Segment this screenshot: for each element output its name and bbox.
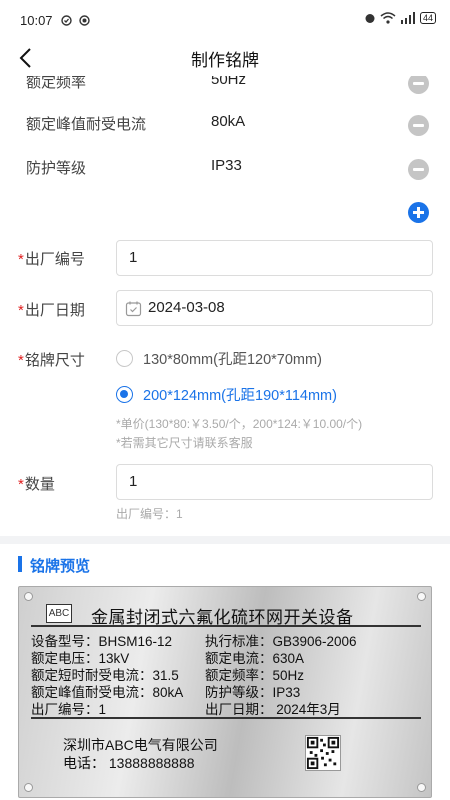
nameplate-preview: ABC 金属封闭式六氟化硫环网开关设备 设备型号：BHSM16-12 额定电压：… <box>18 586 432 798</box>
battery-icon: 44 <box>419 12 436 24</box>
calendar-icon <box>125 301 142 317</box>
spec-value: 50Hz <box>211 76 247 88</box>
quantity-input[interactable]: 1 <box>116 464 433 500</box>
size-note: *若需其它尺寸请联系客服 <box>116 436 253 450</box>
add-spec-button[interactable] <box>408 202 429 223</box>
preview-section: 铭牌预览 ABC 金属封闭式六氟化硫环网开关设备 设备型号：BHSM16-12 … <box>0 544 450 800</box>
form-card: 额定频率 50Hz 额定峰值耐受电流 80kA 防护等级 IP33 *出厂编号 … <box>0 76 450 536</box>
serial-input[interactable]: 1 <box>116 240 433 276</box>
spec-label: 防护等级 <box>26 160 87 177</box>
required-mark: * <box>18 352 24 369</box>
price-note: *单价(130*80:￥3.50/个，200*124:￥10.00/个) <box>116 417 363 431</box>
remove-spec-button[interactable] <box>408 159 429 180</box>
serial-label: *出厂编号 <box>18 248 85 269</box>
preview-title: 铭牌预览 <box>30 558 91 575</box>
spec-row-peak-current: 额定峰值耐受电流 80kA <box>0 108 450 138</box>
date-value: 2024-03-08 <box>148 299 225 316</box>
spec-label: 额定频率 <box>26 76 87 91</box>
plate-phone: 电话： 13888888888 <box>63 755 195 771</box>
wifi-icon <box>380 12 396 24</box>
plate-hole <box>417 592 426 601</box>
qty-label-text: 数量 <box>24 476 55 493</box>
size-option-200x124[interactable]: 200*124mm(孔距190*114mm) <box>116 381 337 407</box>
signal-icon <box>400 12 415 24</box>
status-time: 10:07 <box>20 13 53 28</box>
notification-icon <box>61 15 72 26</box>
plate-hole <box>417 783 426 792</box>
date-input[interactable]: 2024-03-08 <box>116 290 433 326</box>
spec-value: IP33 <box>211 157 242 174</box>
plate-hole <box>24 592 33 601</box>
page-title: 制作铭牌 <box>191 51 259 70</box>
required-mark: * <box>18 476 24 493</box>
remove-spec-button[interactable] <box>408 76 429 94</box>
status-icons: 44 <box>364 12 436 24</box>
size-option-label: 130*80mm(孔距120*70mm) <box>143 351 322 368</box>
required-mark: * <box>18 251 24 268</box>
date-label-text: 出厂日期 <box>24 302 85 319</box>
plate-date: 出厂日期： 2024年3月 <box>205 702 341 717</box>
spec-row-frequency: 额定频率 50Hz <box>0 76 450 96</box>
alarm-icon <box>365 14 375 23</box>
status-bar: 10:07 44 <box>0 0 450 40</box>
spec-row-protection: 防护等级 IP33 <box>0 152 450 182</box>
date-label: *出厂日期 <box>18 299 85 320</box>
spec-label: 额定峰值耐受电流 <box>26 116 147 133</box>
record-icon <box>79 15 90 26</box>
size-option-130x80[interactable]: 130*80mm(孔距120*70mm) <box>116 345 322 371</box>
nav-bar: 制作铭牌 <box>0 40 450 76</box>
qr-code-icon <box>305 735 341 771</box>
serial-value: 1 <box>129 249 138 266</box>
required-mark: * <box>18 302 24 319</box>
size-label: *铭牌尺寸 <box>18 349 85 370</box>
radio-button[interactable] <box>116 349 133 367</box>
qty-value: 1 <box>129 473 138 490</box>
remove-spec-button[interactable] <box>408 115 429 136</box>
plate-hole <box>24 783 33 792</box>
plate-divider <box>31 625 421 627</box>
plate-company: 深圳市ABC电气有限公司 <box>63 737 218 753</box>
plate-serial: 出厂编号：1 <box>31 702 107 717</box>
spec-value: 80kA <box>211 113 246 130</box>
section-accent-bar <box>18 556 22 572</box>
qty-hint: 出厂编号：1 <box>116 507 183 521</box>
plate-logo: ABC <box>46 604 72 623</box>
radio-button-selected[interactable] <box>116 385 133 403</box>
plate-divider <box>31 717 421 719</box>
qty-label: *数量 <box>18 473 55 494</box>
size-option-label: 200*124mm(孔距190*114mm) <box>143 387 337 404</box>
serial-label-text: 出厂编号 <box>24 251 85 268</box>
size-label-text: 铭牌尺寸 <box>24 352 85 369</box>
